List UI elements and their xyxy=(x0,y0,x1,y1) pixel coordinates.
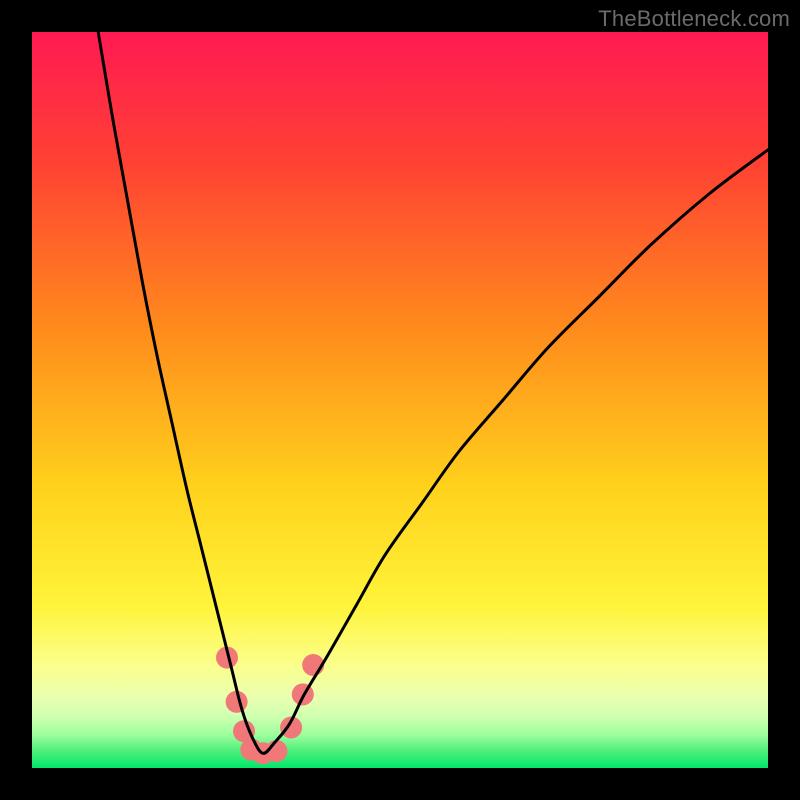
curve-layer xyxy=(32,32,768,768)
plot-area xyxy=(32,32,768,768)
watermark-text: TheBottleneck.com xyxy=(598,6,790,32)
bottleneck-curve xyxy=(98,32,768,753)
chart-frame: TheBottleneck.com xyxy=(0,0,800,800)
